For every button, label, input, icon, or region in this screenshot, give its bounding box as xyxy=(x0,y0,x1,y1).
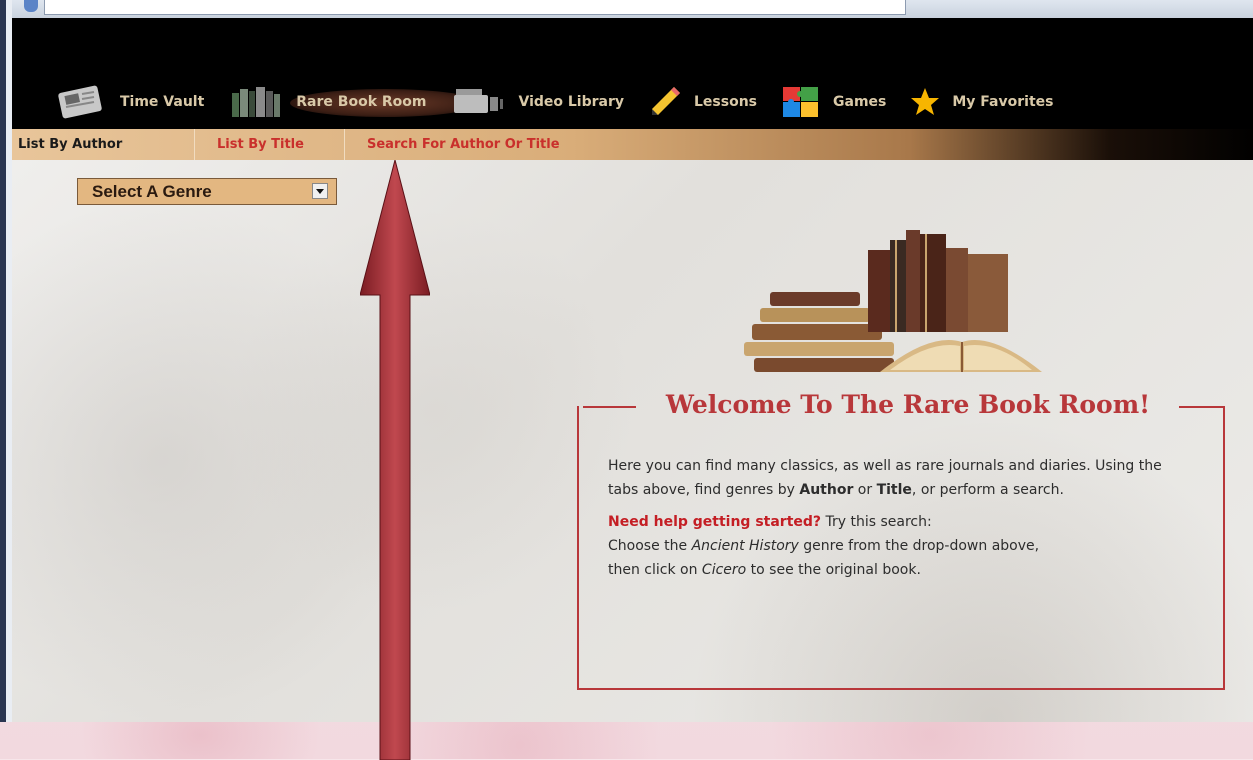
tab-list-by-author[interactable]: List By Author xyxy=(18,129,122,160)
help-text: Try this search: xyxy=(821,514,932,530)
welcome-border xyxy=(1179,406,1225,408)
star-icon xyxy=(911,88,940,115)
address-bar[interactable] xyxy=(12,0,1253,19)
title-keyword: Title xyxy=(876,482,912,498)
annotation-up-arrow xyxy=(360,160,430,760)
welcome-body: Here you can find many classics, as well… xyxy=(608,454,1188,590)
welcome-title: Welcome To The Rare Book Room! xyxy=(665,390,1151,419)
rare-books-illustration xyxy=(744,230,1042,372)
help-text: then click on xyxy=(608,562,702,578)
nav-label: My Favorites xyxy=(952,94,1054,110)
books-icon xyxy=(232,87,281,117)
chevron-down-icon[interactable] xyxy=(312,183,328,199)
main-nav: Time Vault Rare Book Room Video Library … xyxy=(52,82,1077,122)
genre-example: Ancient History xyxy=(691,538,799,554)
help-text: to see the original book. xyxy=(746,562,921,578)
nav-label: Time Vault xyxy=(120,94,205,110)
intro-text: or xyxy=(853,482,877,498)
nav-item-lessons[interactable]: Lessons xyxy=(648,82,757,122)
tab-divider xyxy=(194,129,195,160)
nav-label: Rare Book Room xyxy=(296,94,427,110)
author-keyword: Author xyxy=(799,482,854,498)
nav-item-time-vault[interactable]: Time Vault xyxy=(52,82,204,122)
nav-item-video-library[interactable]: Video Library xyxy=(450,82,624,122)
ie-globe-icon xyxy=(24,0,38,12)
help-text: genre from the drop-down above, xyxy=(798,538,1040,554)
nav-item-rare-book-room[interactable]: Rare Book Room xyxy=(228,82,481,122)
url-field[interactable] xyxy=(44,0,906,15)
browser-window: Time Vault Rare Book Room Video Library … xyxy=(0,0,1253,722)
welcome-help: Need help getting started? Try this sear… xyxy=(608,510,1188,582)
author-example: Cicero xyxy=(701,562,747,578)
nav-item-games[interactable]: Games xyxy=(781,82,886,122)
help-heading: Need help getting started? xyxy=(608,514,822,530)
genre-dropdown[interactable]: Select A Genre xyxy=(77,178,337,205)
genre-dropdown-value: Select A Genre xyxy=(92,182,212,201)
newspaper-icon xyxy=(58,85,102,119)
nav-label: Video Library xyxy=(518,94,625,110)
help-text: Choose the xyxy=(608,538,692,554)
tab-divider xyxy=(344,129,345,160)
site-header: Time Vault Rare Book Room Video Library … xyxy=(12,18,1253,129)
main-content: Select A Genre Welcome To The Rare Book … xyxy=(12,160,1253,722)
nav-label: Lessons xyxy=(694,94,758,110)
intro-text: , or perform a search. xyxy=(911,482,1064,498)
puzzle-icon xyxy=(783,87,819,117)
tab-search-author-title[interactable]: Search For Author Or Title xyxy=(367,129,560,160)
pencil-icon xyxy=(652,87,681,115)
nav-label: Games xyxy=(833,94,887,110)
video-camera-icon xyxy=(454,89,504,113)
nav-item-my-favorites[interactable]: My Favorites xyxy=(910,82,1053,122)
tab-list-by-title[interactable]: List By Title xyxy=(217,129,304,160)
subtab-bar: List By Author List By Title Search For … xyxy=(12,129,1253,160)
welcome-intro: Here you can find many classics, as well… xyxy=(608,454,1188,502)
